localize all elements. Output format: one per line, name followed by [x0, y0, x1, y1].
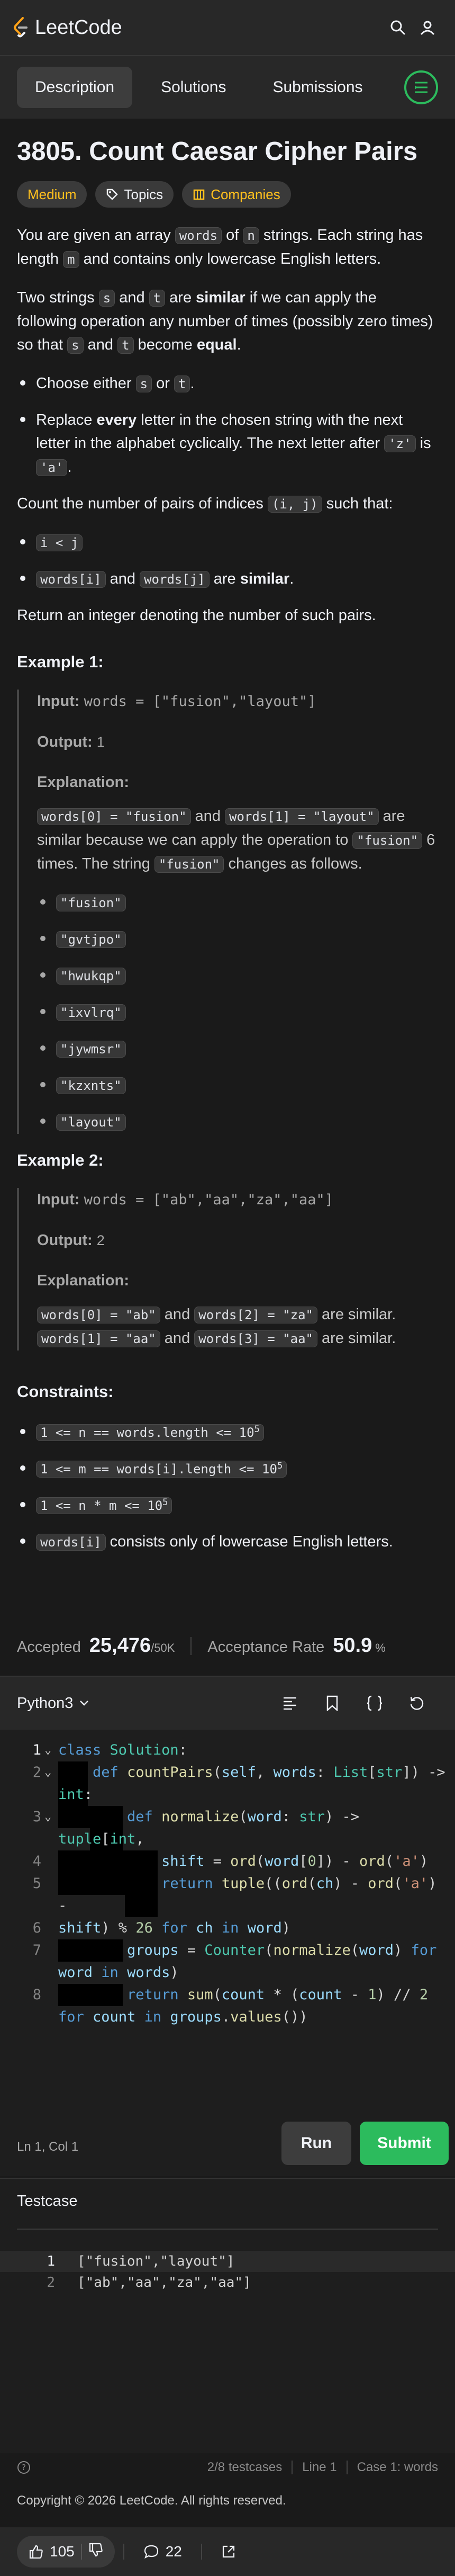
transform-steps: "fusion" "gvtjpo" "hwukqp" "ixvlrq" "jyw…: [37, 891, 438, 1134]
thumbs-down-icon: [89, 2543, 103, 2556]
run-button[interactable]: Run: [281, 2122, 351, 2165]
tab-solutions[interactable]: Solutions: [143, 67, 244, 108]
braces-button[interactable]: [353, 1687, 396, 1719]
dislike-button[interactable]: [88, 2543, 103, 2561]
statement-paragraph: You are given an array words of n string…: [17, 227, 423, 268]
chevron-down-icon: [80, 1701, 89, 1706]
statement-paragraph: Return an integer denoting the number of…: [17, 607, 376, 624]
search-icon: [390, 20, 405, 35]
acceptance-stats: Accepted 25,476 /50K Acceptance Rate 50.…: [17, 1634, 386, 1657]
share-button[interactable]: [211, 2544, 247, 2559]
page-title: 3805. Count Caesar Cipher Pairs: [17, 137, 418, 166]
companies-button[interactable]: Companies: [182, 181, 291, 208]
language-select[interactable]: Python3: [17, 1695, 89, 1712]
bottom-action-bar: 105 22: [0, 2527, 455, 2576]
list-item: "ixvlrq": [37, 1000, 438, 1024]
list-item: "gvtjpo": [37, 927, 438, 951]
testcase-line[interactable]: 1 ["fusion","layout"]: [0, 2251, 455, 2272]
comments-button[interactable]: 22: [133, 2543, 193, 2560]
search-button[interactable]: [383, 13, 413, 42]
testcase-panel: Testcase 1 ["fusion","layout"] 2 ["ab","aa…: [0, 2178, 455, 2453]
testcase-line[interactable]: 2 ["ab","aa","za","aa"]: [0, 2272, 455, 2293]
format-icon: [284, 1697, 296, 1710]
reset-icon: [410, 1696, 424, 1710]
tag-icon: [107, 189, 119, 200]
topics-button[interactable]: Topics: [95, 181, 174, 208]
difficulty-badge[interactable]: Medium: [17, 181, 87, 208]
top-navbar: LeetCode: [0, 0, 455, 55]
constraints-list: 1 <= n == words.length <= 105 1 <= m == …: [17, 1420, 438, 1554]
help-icon[interactable]: ?: [17, 2461, 31, 2474]
statement-paragraph: Two strings s and t are similar if we ca…: [17, 289, 433, 354]
braces-icon: [367, 1695, 383, 1711]
acceptance-rate-value: 50.9: [333, 1634, 372, 1657]
tab-submissions[interactable]: Submissions: [254, 67, 380, 108]
list-item: Choose either s or t.: [17, 372, 438, 396]
list-item: "jywmsr": [37, 1037, 438, 1061]
format-button[interactable]: [269, 1687, 311, 1719]
vote-group: 105: [17, 2536, 115, 2568]
constraint-item: 1 <= n == words.length <= 105: [17, 1420, 438, 1444]
topics-label: Topics: [124, 186, 163, 202]
testcase-line-indicator: Line 1: [302, 2460, 337, 2474]
reset-button[interactable]: [396, 1687, 438, 1719]
problem-tabs: Description Solutions Submissions: [0, 55, 455, 119]
testcase-status-bar: ? 2/8 testcases Line 1 Case 1: words: [0, 2453, 455, 2482]
comment-icon: [144, 2545, 158, 2559]
testcase-case-indicator: Case 1: words: [357, 2460, 438, 2474]
list-item: Replace every letter in the chosen strin…: [17, 408, 438, 479]
share-icon: [222, 2545, 234, 2558]
testcase-count: 2/8 testcases: [207, 2460, 283, 2474]
copyright-text: Copyright © 2026 LeetCode. All rights re…: [17, 2493, 286, 2508]
building-icon: [193, 189, 205, 200]
list-item: "fusion": [37, 891, 438, 915]
logo-text: LeetCode: [35, 16, 122, 39]
accepted-total: /50K: [151, 1641, 175, 1654]
companies-label: Companies: [211, 186, 280, 202]
bookmark-button[interactable]: [311, 1687, 353, 1719]
notes-button[interactable]: [404, 70, 438, 104]
example-explanation: words[0] = "ab" and words[2] = "za" are …: [37, 1303, 438, 1350]
list-item: "layout": [37, 1110, 438, 1134]
example-title: Example 1:: [17, 652, 104, 671]
thumbs-up-icon: [29, 2545, 43, 2559]
editor-toolbar: Python3: [0, 1677, 455, 1730]
submit-button[interactable]: Submit: [360, 2122, 449, 2165]
testcase-tab[interactable]: Testcase: [17, 2193, 77, 2210]
bookmark-icon: [326, 1695, 338, 1711]
problem-description: 3805. Count Caesar Cipher Pairs Medium T…: [17, 136, 438, 1567]
logo[interactable]: LeetCode: [13, 16, 122, 39]
constraint-item: 1 <= n * m <= 105: [17, 1493, 438, 1517]
list-item: "hwukqp": [37, 964, 438, 988]
acceptance-rate-label: Acceptance Rate: [207, 1639, 325, 1656]
list-item: "kzxnts": [37, 1074, 438, 1097]
example-title: Example 2:: [17, 1151, 104, 1169]
cursor-position: Ln 1, Col 1: [17, 2140, 79, 2154]
example-explanation: words[0] = "fusion" and words[1] = "layo…: [37, 808, 435, 873]
profile-button[interactable]: [413, 13, 442, 42]
list-item: words[i] and words[j] are similar.: [17, 567, 438, 591]
constraint-item: 1 <= m == words[i].length <= 105: [17, 1457, 438, 1481]
statement-paragraph: Count the number of pairs of indices (i,…: [17, 495, 393, 513]
accepted-label: Accepted: [17, 1639, 81, 1656]
svg-text:?: ?: [22, 2463, 26, 2472]
notes-icon: [415, 82, 427, 93]
condition-list: i < j words[i] and words[j] are similar.: [17, 531, 438, 591]
list-item: i < j: [17, 531, 438, 554]
like-button[interactable]: 105: [29, 2543, 75, 2560]
user-icon: [420, 21, 435, 35]
constraint-item: words[i] consists only of lowercase Engl…: [17, 1530, 438, 1554]
operation-list: Choose either s or t. Replace every lett…: [17, 372, 438, 479]
example-box: Input: words = ["ab","aa","za","aa"] Out…: [17, 1188, 438, 1350]
logo-icon: [14, 17, 28, 38]
accepted-value: 25,476: [89, 1634, 151, 1657]
code-editor[interactable]: Python3 1 ⌄ class Solution: 2 ⌄ def countP…: [0, 1676, 455, 2176]
constraints-title: Constraints:: [17, 1382, 114, 1401]
example-box: Input: words = ["fusion","layout"] Outpu…: [17, 690, 438, 1134]
tab-description[interactable]: Description: [17, 66, 133, 108]
